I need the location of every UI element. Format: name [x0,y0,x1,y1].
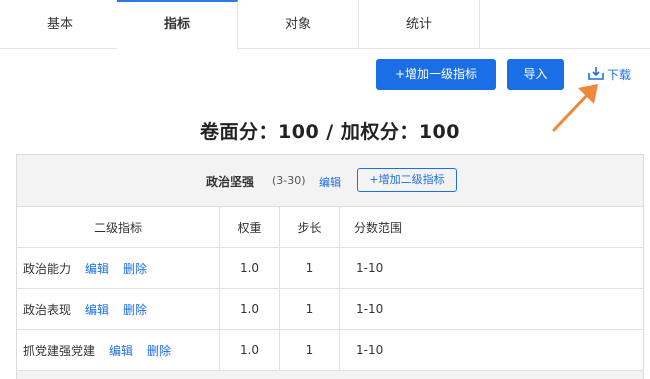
header-weight: 权重 [220,207,280,247]
table-header-row: 二级指标 权重 步长 分数范围 [17,207,643,248]
score-range-cell: 1-10 [356,261,384,275]
table-row: 抓党建强党建 编辑 删除 1.0 1 1-10 [17,330,643,371]
delete-link[interactable]: 删除 [147,342,171,359]
indicator-name-cell: 政治能力 编辑 删除 [17,248,220,288]
step-cell: 1 [280,248,340,288]
group-title: 政治坚强 [206,175,255,189]
delete-link[interactable]: 删除 [123,260,147,277]
delete-link[interactable]: 删除 [123,301,147,318]
tab-bar-filler [482,0,650,49]
edit-link[interactable]: 编辑 [85,301,109,318]
level1-group-header: 政治坚强 (3-30) 编辑 +增加二级指标 [17,155,643,207]
indicator-name: 政治能力 [23,261,72,276]
header-indicator: 二级指标 [17,207,220,247]
add-level2-indicator-button[interactable]: +增加二级指标 [357,168,457,192]
edit-link[interactable]: 编辑 [109,342,133,359]
header-score-range: 分数范围 [354,220,403,235]
add-level1-indicator-button[interactable]: +增加一级指标 [376,59,496,90]
tab-objects[interactable]: 对象 [238,0,359,49]
step-cell: 1 [280,330,340,370]
table-row: 政治能力 编辑 删除 1.0 1 1-10 [17,248,643,289]
edit-link[interactable]: 编辑 [85,260,109,277]
next-group-header-strip [17,371,643,379]
table-row: 政治表现 编辑 删除 1.0 1 1-10 [17,289,643,330]
tab-indicators[interactable]: 指标 [117,0,238,50]
tab-statistics[interactable]: 统计 [359,0,480,49]
indicator-name-cell: 政治表现 编辑 删除 [17,289,220,329]
weight-cell: 1.0 [220,248,280,288]
indicator-name-cell: 抓党建强党建 编辑 删除 [17,330,220,370]
header-step: 步长 [280,207,340,247]
score-range-cell: 1-10 [356,302,384,316]
weight-cell: 1.0 [220,289,280,329]
download-label: 下载 [607,68,632,82]
step-cell: 1 [280,289,340,329]
score-range-cell: 1-10 [356,343,384,357]
tab-basic[interactable]: 基本 [0,0,121,49]
indicator-name: 政治表现 [23,302,72,317]
score-summary: 卷面分：100 / 加权分：100 [200,121,460,143]
indicator-table: 政治坚强 (3-30) 编辑 +增加二级指标 二级指标 权重 步长 分数范围 政… [16,154,644,379]
tab-bar: 基本 指标 对象 统计 [0,0,650,50]
group-range: (3-30) [272,174,306,187]
indicator-name: 抓党建强党建 [23,343,96,358]
weight-cell: 1.0 [220,330,280,370]
group-edit-link[interactable]: 编辑 [319,174,341,190]
